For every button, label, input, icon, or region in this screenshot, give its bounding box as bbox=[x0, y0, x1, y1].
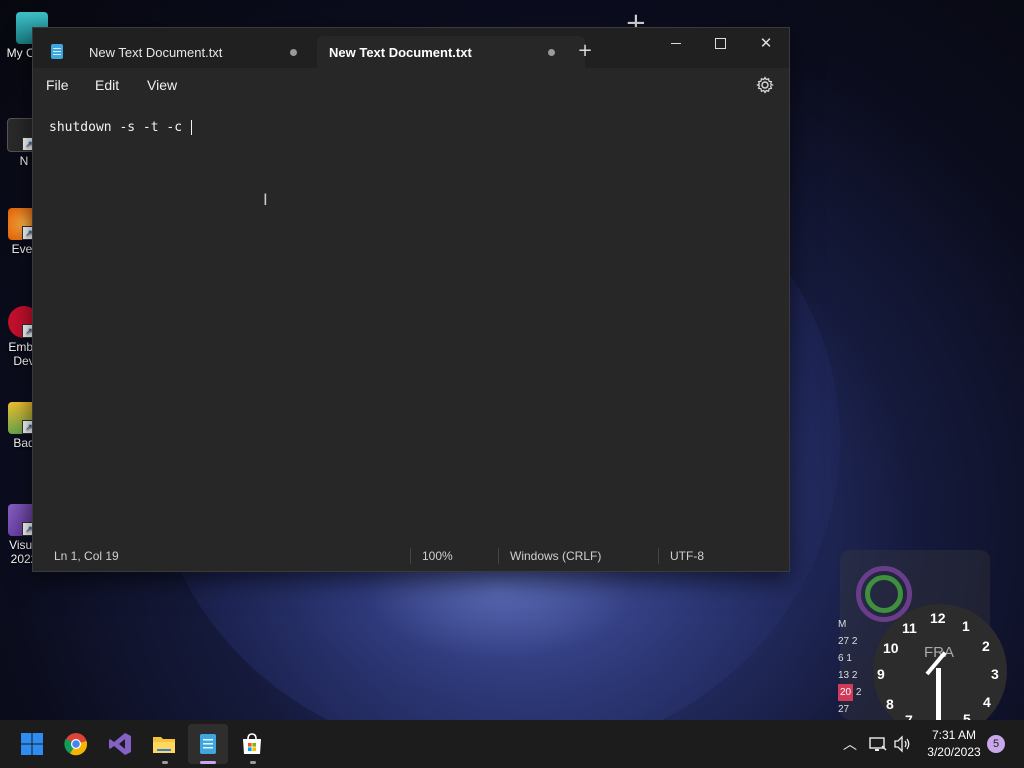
system-clock[interactable]: 7:31 AM 3/20/2023 bbox=[922, 727, 986, 761]
file-explorer-icon[interactable] bbox=[152, 732, 176, 756]
clock-number: 12 bbox=[930, 610, 946, 626]
calendar-header: M bbox=[838, 619, 847, 630]
calendar-day: 2 bbox=[851, 636, 858, 647]
tab-label: New Text Document.txt bbox=[89, 45, 223, 60]
calendar-day: 2 bbox=[855, 687, 862, 698]
calendar-day: 2 bbox=[851, 670, 858, 681]
status-divider bbox=[658, 548, 659, 564]
notepad-window: New Text Document.txt New Text Document.… bbox=[32, 27, 790, 572]
tab-label: New Text Document.txt bbox=[329, 45, 472, 60]
windows-start-icon[interactable] bbox=[20, 732, 44, 756]
calendar-day: 27 bbox=[838, 704, 850, 715]
unsaved-dot-icon[interactable] bbox=[548, 49, 555, 56]
status-divider bbox=[498, 548, 499, 564]
clock-number: 9 bbox=[877, 666, 885, 682]
new-tab-button[interactable]: + bbox=[573, 39, 597, 63]
zoom-level[interactable]: 100% bbox=[422, 549, 453, 563]
calendar-today: 20 bbox=[838, 684, 854, 701]
analog-clock-widget[interactable]: 12 1 2 3 4 5 7 8 9 10 11 FRA bbox=[873, 604, 1007, 738]
maximize-button[interactable] bbox=[697, 28, 743, 58]
title-bar[interactable]: New Text Document.txt New Text Document.… bbox=[33, 28, 789, 68]
clock-number: 11 bbox=[902, 620, 917, 636]
close-button[interactable]: ✕ bbox=[743, 28, 789, 58]
volume-icon[interactable] bbox=[892, 734, 912, 754]
clock-minute-hand bbox=[936, 668, 941, 722]
menu-edit[interactable]: Edit bbox=[95, 77, 119, 93]
notepad-icon[interactable] bbox=[196, 732, 220, 756]
unsaved-dot-icon[interactable] bbox=[290, 49, 297, 56]
clock-number: 8 bbox=[886, 696, 894, 712]
menu-bar: File Edit View bbox=[33, 68, 789, 104]
calendar-day: 27 bbox=[838, 636, 850, 647]
editor-content: shutdown -s -t -c bbox=[49, 120, 190, 135]
calendar-day: 13 bbox=[838, 670, 850, 681]
calendar-widget[interactable]: M 27 2 6 1 13 2 20 2 27 bbox=[838, 616, 870, 718]
minimize-icon bbox=[671, 43, 681, 44]
encoding[interactable]: UTF-8 bbox=[670, 549, 704, 563]
network-icon[interactable] bbox=[868, 734, 888, 754]
tab-document-2[interactable]: New Text Document.txt bbox=[317, 36, 585, 68]
clock-time: 7:31 AM bbox=[931, 728, 977, 742]
desktop-icon-label: N bbox=[19, 154, 29, 168]
active-indicator bbox=[200, 761, 216, 764]
running-indicator bbox=[250, 761, 256, 764]
tab-document-1[interactable]: New Text Document.txt bbox=[41, 36, 309, 68]
settings-gear-icon[interactable] bbox=[755, 75, 775, 95]
clock-number: 2 bbox=[982, 638, 990, 654]
clock-number: 3 bbox=[991, 666, 999, 682]
running-indicator bbox=[162, 761, 168, 764]
notification-badge[interactable]: 5 bbox=[987, 735, 1005, 753]
clock-number: 1 bbox=[962, 618, 970, 634]
minimize-button[interactable] bbox=[653, 28, 699, 58]
chrome-icon[interactable] bbox=[64, 732, 88, 756]
menu-file[interactable]: File bbox=[46, 77, 69, 93]
clock-number: 4 bbox=[983, 694, 991, 710]
taskbar: ︿ 7:31 AM 3/20/2023 5 bbox=[0, 720, 1024, 768]
cursor-position: Ln 1, Col 19 bbox=[54, 549, 119, 563]
calendar-day: 1 bbox=[846, 653, 852, 664]
notepad-icon bbox=[51, 44, 63, 59]
maximize-icon bbox=[714, 38, 726, 49]
visual-studio-icon[interactable] bbox=[108, 732, 132, 756]
line-ending[interactable]: Windows (CRLF) bbox=[510, 549, 601, 563]
text-editor[interactable]: shutdown -s -t -c I bbox=[33, 104, 789, 542]
ibeam-cursor-icon: I bbox=[263, 190, 268, 209]
menu-view[interactable]: View bbox=[147, 77, 177, 93]
close-icon: ✕ bbox=[759, 34, 773, 52]
clock-date: 3/20/2023 bbox=[927, 745, 981, 759]
calendar-day: 6 bbox=[838, 653, 844, 664]
status-divider bbox=[410, 548, 411, 564]
clock-number: 10 bbox=[883, 640, 899, 656]
status-bar: Ln 1, Col 19 100% Windows (CRLF) UTF-8 bbox=[33, 542, 789, 571]
show-hidden-icons-chevron-icon[interactable]: ︿ bbox=[843, 734, 857, 754]
text-caret bbox=[190, 120, 192, 135]
microsoft-store-icon[interactable] bbox=[240, 732, 264, 756]
